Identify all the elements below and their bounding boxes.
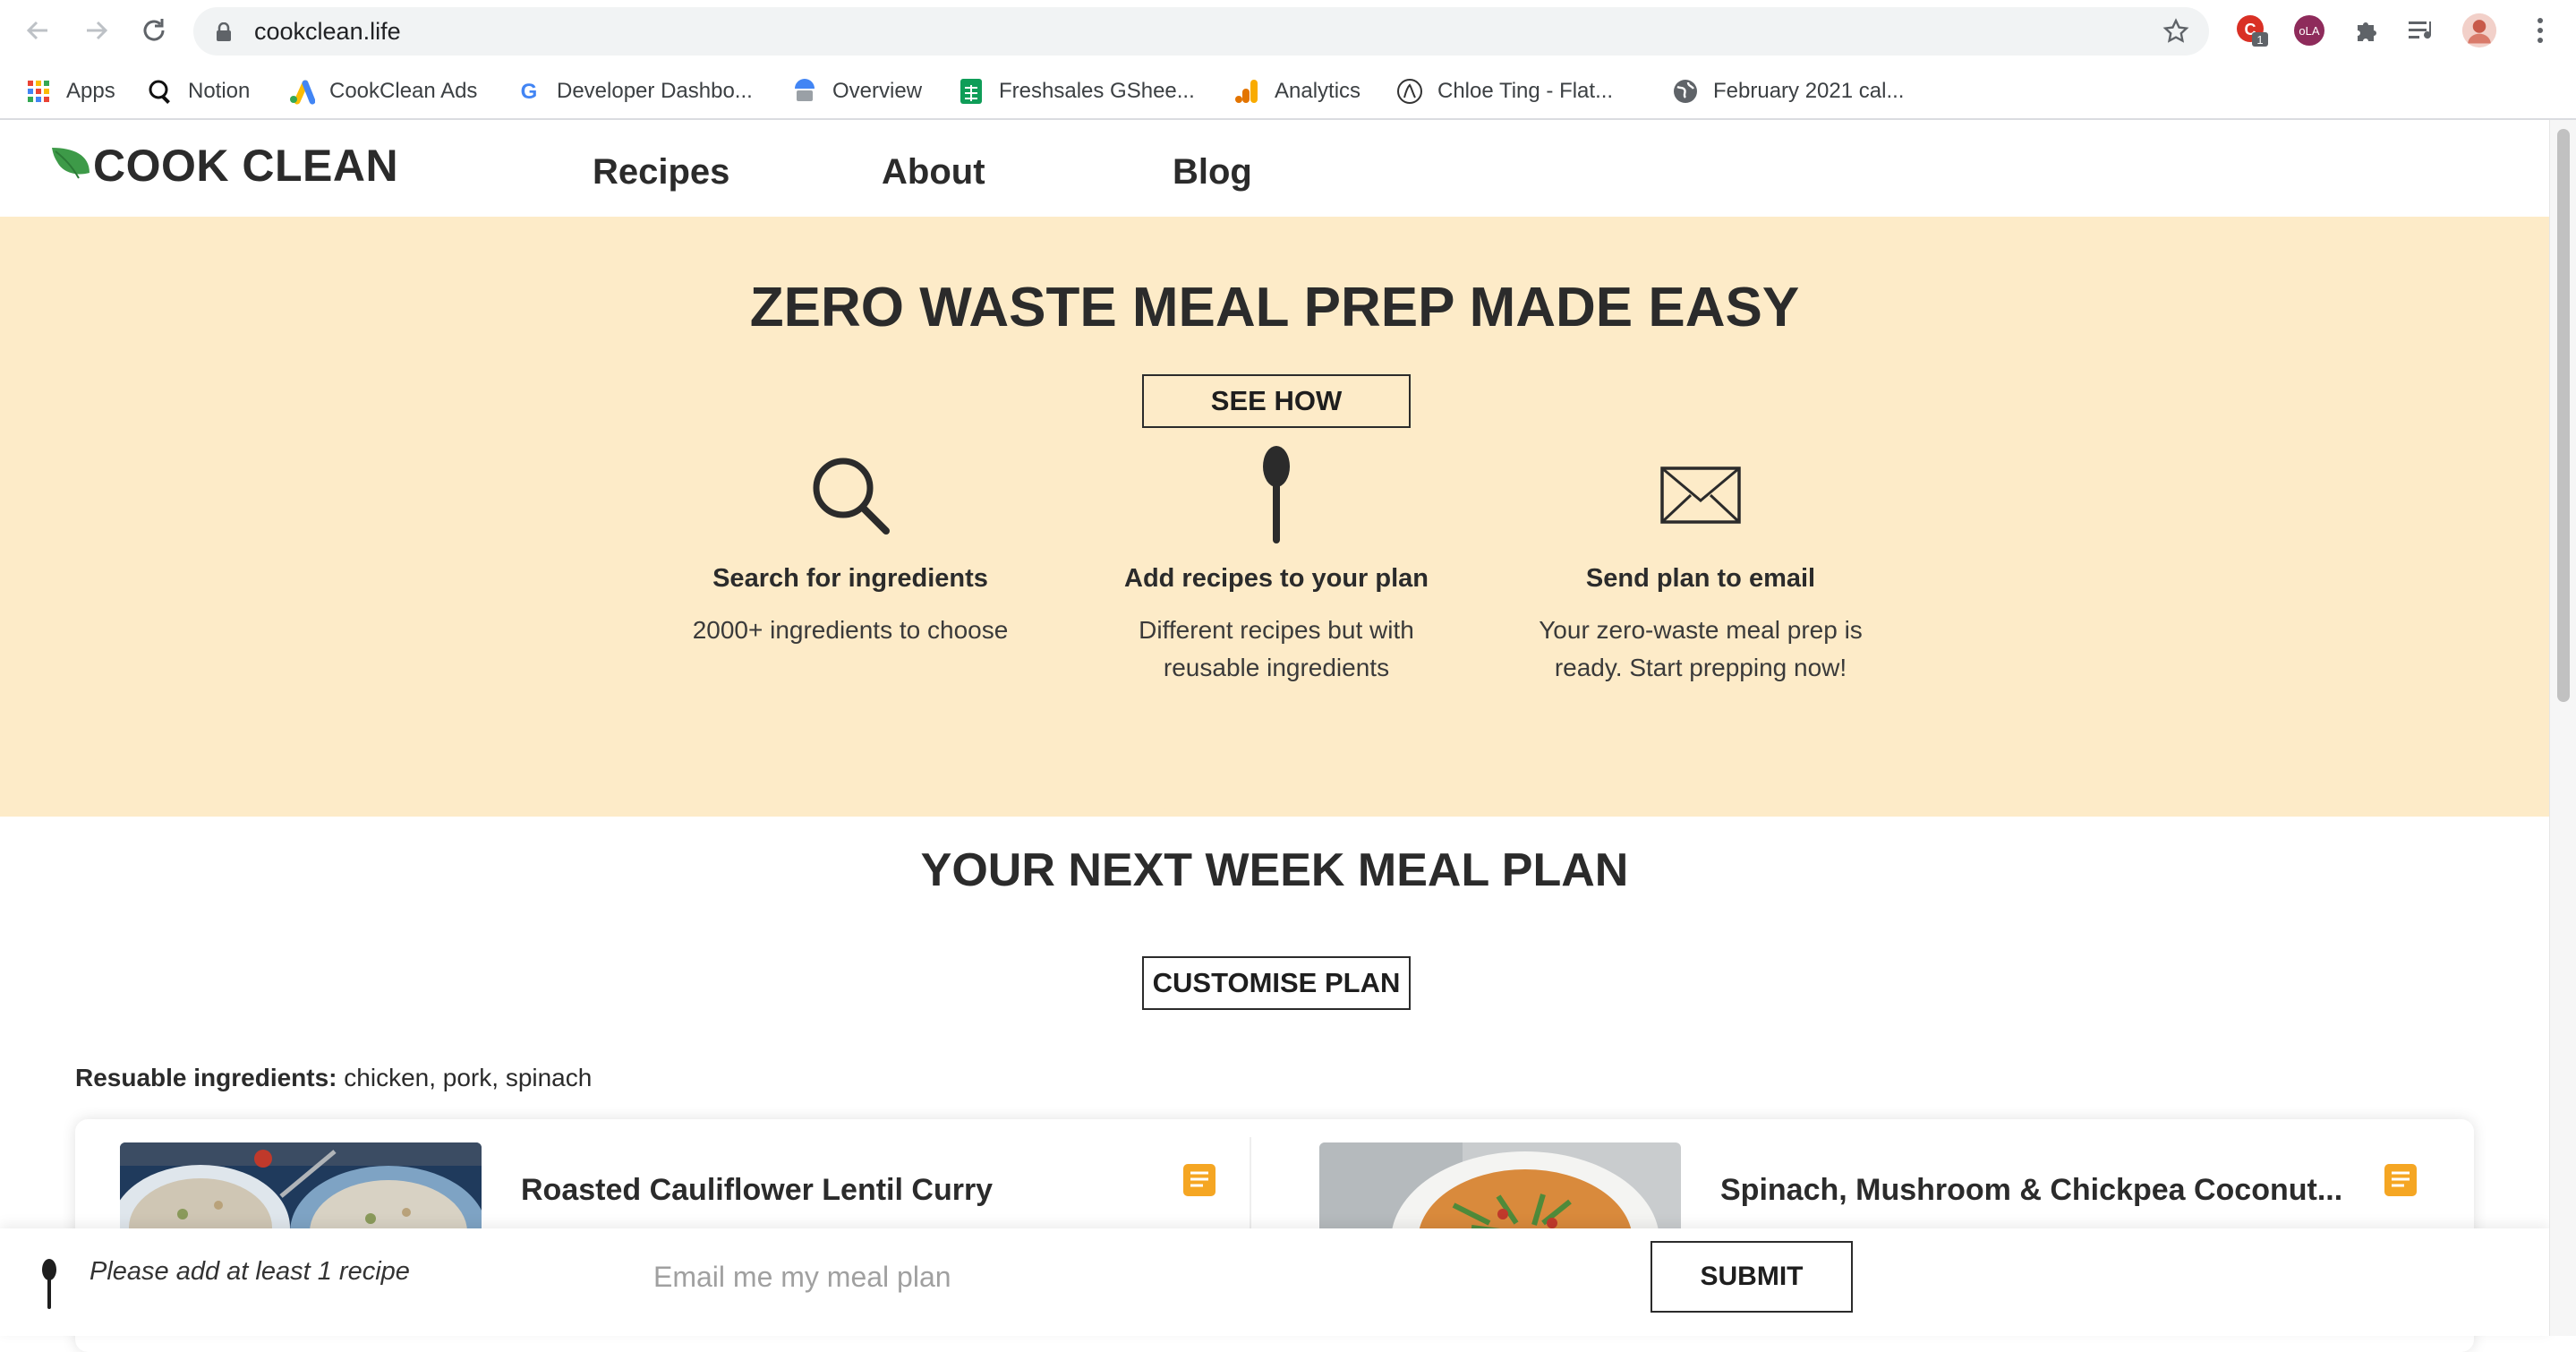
bookmark-label: Developer Dashbo... (557, 79, 753, 103)
meal-plan-title: YOUR NEXT WEEK MEAL PLAN (920, 844, 1629, 896)
hero-title: ZERO WASTE MEAL PREP MADE EASY (749, 277, 1800, 338)
bookmark-label: Apps (66, 79, 115, 103)
bookmark-label: February 2021 cal... (1713, 79, 1905, 103)
add-recipe-hint: Please add at least 1 recipe (90, 1257, 410, 1286)
envelope-icon (1513, 446, 1889, 544)
bookmark-february-calendar[interactable]: February 2021 cal... (1672, 73, 1904, 109)
bookmark-apps[interactable]: Apps (25, 73, 115, 109)
reload-icon (143, 19, 165, 41)
email-input[interactable] (644, 1250, 1629, 1304)
feature-title: Add recipes to your plan (1124, 564, 1429, 593)
feature-add-recipes: Add recipes to your plan Different recip… (1088, 446, 1464, 687)
feature-send-email: Send plan to email Your zero-waste meal … (1513, 446, 1889, 687)
nav-blog[interactable]: Blog (1173, 152, 1252, 193)
bookmarks-bar: Apps Notion CookClean Ads G Developer Da… (0, 63, 2576, 120)
back-arrow-icon (26, 21, 47, 40)
reload-button[interactable] (136, 13, 172, 48)
browser-menu-button[interactable] (2522, 13, 2558, 48)
profile-avatar-button[interactable] (2461, 13, 2497, 48)
playlist-icon (2409, 21, 2432, 39)
bookmark-label: CookClean Ads (329, 79, 478, 103)
bookmark-cookclean-ads[interactable]: CookClean Ads (288, 73, 477, 109)
google-icon: G (516, 78, 542, 105)
see-how-button[interactable]: SEE HOW (1142, 374, 1411, 428)
nav-about[interactable]: About (882, 152, 985, 193)
bookmark-analytics[interactable]: Analytics (1233, 73, 1361, 109)
feature-search: Search for ingredients 2000+ ingredients… (662, 446, 1038, 649)
site-header: COOK CLEAN Recipes About Blog (0, 120, 2549, 217)
feature-title: Search for ingredients (712, 564, 988, 593)
bookmark-label: Analytics (1275, 79, 1361, 103)
bookmark-freshsales[interactable]: Freshsales GShee... (958, 73, 1195, 109)
extensions-button[interactable] (2349, 13, 2384, 48)
meal-plan-bar: Please add at least 1 recipe SUBMIT (0, 1228, 2549, 1336)
spoon-icon (1088, 446, 1464, 544)
reading-list-button[interactable] (2404, 13, 2440, 48)
chloe-ting-icon (1396, 78, 1423, 105)
forward-button[interactable] (79, 13, 115, 48)
recipe-title[interactable]: Spinach, Mushroom & Chickpea Coconut... (1720, 1173, 2342, 1208)
lock-icon (217, 22, 231, 41)
stop-sign-icon: C1 (2237, 15, 2268, 47)
analytics-icon (1233, 78, 1260, 105)
feature-title: Send plan to email (1585, 564, 1816, 593)
feature-desc: 2000+ ingredients to choose (692, 616, 1009, 644)
back-button[interactable] (20, 13, 55, 48)
bookmark-label: Notion (188, 79, 251, 103)
feature-desc: Your zero-waste meal prep is ready. Star… (1513, 612, 1889, 687)
avatar-icon (2461, 13, 2497, 48)
feature-desc-line: Different recipes but with (1139, 616, 1414, 644)
extension-adblock-button[interactable]: C1 (2234, 13, 2270, 48)
nav-recipes[interactable]: Recipes (593, 152, 729, 193)
customise-plan-button[interactable]: CUSTOMISE PLAN (1142, 956, 1411, 1010)
reusable-label: Resuable ingredients: (75, 1064, 337, 1091)
feature-desc-line: reusable ingredients (1163, 654, 1390, 681)
bookmark-star-icon[interactable] (2162, 18, 2189, 45)
overview-icon (791, 78, 818, 105)
feature-desc-line: ready. Start prepping now! (1554, 654, 1847, 681)
bookmark-label: Overview (832, 79, 923, 103)
scrollbar-thumb[interactable] (2557, 129, 2570, 702)
spoon-icon (42, 1259, 56, 1309)
apps-grid-icon (25, 78, 52, 105)
reusable-ingredients: Resuable ingredients: chicken, pork, spi… (75, 1064, 592, 1092)
reusable-value: chicken, pork, spinach (337, 1064, 593, 1091)
bookmark-overview[interactable]: Overview (791, 73, 922, 109)
notion-icon (147, 78, 174, 105)
magnifier-icon (662, 446, 1038, 544)
bookmark-notion[interactable]: Notion (147, 73, 250, 109)
kebab-menu-icon (2538, 18, 2543, 43)
bookmark-label: Chloe Ting - Flat... (1437, 79, 1614, 103)
recipe-title[interactable]: Roasted Cauliflower Lentil Curry (521, 1173, 993, 1208)
feature-desc-line: Your zero-waste meal prep is (1539, 616, 1863, 644)
google-ads-icon (288, 78, 315, 105)
page-scrollbar[interactable] (2549, 120, 2576, 1336)
notes-icon[interactable] (2383, 1162, 2418, 1198)
profile-badge-icon: oLA (2294, 15, 2324, 46)
browser-toolbar: cookclean.life C1 oLA (0, 0, 2576, 63)
extension-profile-button[interactable]: oLA (2291, 13, 2327, 48)
extension-badge: 1 (2256, 33, 2263, 47)
svg-text:G: G (521, 80, 538, 104)
cookclean-logo[interactable]: COOK CLEAN (48, 140, 398, 192)
puzzle-icon (2358, 22, 2376, 41)
globe-icon (1672, 78, 1699, 105)
bookmark-label: Freshsales GShee... (999, 79, 1195, 103)
address-bar[interactable]: cookclean.life (193, 7, 2209, 56)
hero-wave-edge (0, 680, 2549, 812)
feature-desc: Different recipes but with reusable ingr… (1088, 612, 1464, 687)
sheets-icon (958, 78, 985, 105)
profile-badge-text: oLA (2299, 24, 2319, 38)
leaf-logo-icon (52, 148, 90, 179)
bookmark-chloe-ting[interactable]: Chloe Ting - Flat... (1396, 73, 1613, 109)
notes-icon[interactable] (1181, 1162, 1217, 1198)
bookmark-developer-dashboard[interactable]: G Developer Dashbo... (516, 73, 753, 109)
url-text: cookclean.life (254, 18, 401, 45)
submit-button[interactable]: SUBMIT (1651, 1241, 1853, 1313)
logo-text: COOK CLEAN (93, 141, 399, 191)
forward-arrow-icon (87, 21, 108, 40)
